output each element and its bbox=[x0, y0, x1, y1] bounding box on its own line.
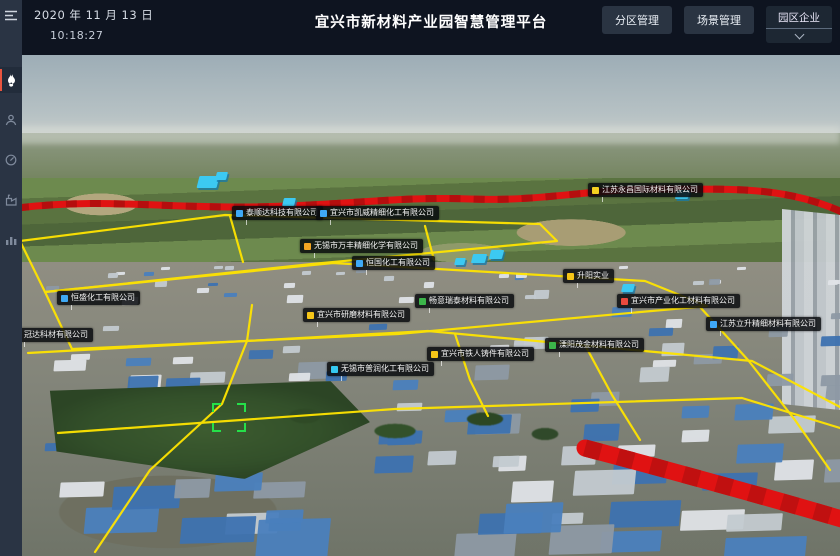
highlighted-building[interactable] bbox=[215, 172, 228, 180]
road-long-2 bbox=[58, 398, 840, 433]
sidebar-item-statistics[interactable] bbox=[0, 227, 22, 253]
flame-icon bbox=[5, 73, 17, 87]
company-name: 江苏立升精细材料有限公司 bbox=[720, 320, 816, 328]
company-name: 冠达科材有限公司 bbox=[24, 331, 88, 339]
road-long-1 bbox=[28, 331, 840, 407]
company-label[interactable]: 恒国化工有限公司 bbox=[352, 256, 435, 270]
company-label[interactable]: 泰顺达科技有限公司 bbox=[232, 206, 323, 220]
company-label[interactable]: 江苏永昌国际材料有限公司 bbox=[588, 183, 703, 197]
map-world: 泰顺达科技有限公司 宜兴市凯威精细化工有限公司无锡市万丰精细化学有限公司恒国化工有… bbox=[22, 55, 840, 556]
scene-manage-button[interactable]: 场景管理 bbox=[684, 6, 754, 34]
company-label[interactable]: 无锡市普润化工有限公司 bbox=[327, 362, 434, 376]
company-name: 畅意瑞泰材料有限公司 bbox=[429, 297, 509, 305]
menu-icon[interactable] bbox=[0, 5, 22, 25]
road-top-vertical-1 bbox=[230, 216, 243, 262]
road-mid-vertical-2 bbox=[585, 345, 640, 440]
company-icon bbox=[61, 295, 68, 302]
map-viewport[interactable]: 泰顺达科技有限公司 宜兴市凯威精细化工有限公司无锡市万丰精细化学有限公司恒国化工有… bbox=[22, 55, 840, 556]
selection-box bbox=[212, 403, 246, 432]
sidebar-item-dashboard[interactable] bbox=[0, 147, 22, 173]
sidebar-item-fire-monitor[interactable] bbox=[0, 67, 22, 93]
highlighted-building[interactable] bbox=[471, 254, 487, 263]
company-name: 恒盛化工有限公司 bbox=[71, 294, 135, 302]
highlighted-building[interactable] bbox=[454, 258, 466, 265]
topbar: 2020 年 11 月 13 日 10:18:27 宜兴市新材料产业园智慧管理平… bbox=[22, 0, 840, 55]
company-icon bbox=[710, 321, 717, 328]
company-label[interactable]: 宜兴市铁人铸件有限公司 bbox=[427, 347, 534, 361]
company-icon bbox=[419, 298, 426, 305]
company-name: 无锡市普润化工有限公司 bbox=[341, 365, 429, 373]
company-icon bbox=[356, 260, 363, 267]
highlighted-building[interactable] bbox=[621, 284, 635, 292]
sidebar-item-personnel[interactable] bbox=[0, 107, 22, 133]
company-name: 江苏永昌国际材料有限公司 bbox=[602, 186, 698, 194]
company-label[interactable]: 江苏立升精细材料有限公司 bbox=[706, 317, 821, 331]
company-name: 溧阳茂金材料有限公司 bbox=[559, 341, 639, 349]
company-icon bbox=[236, 210, 243, 217]
company-icon bbox=[307, 312, 314, 319]
company-label[interactable]: 冠达科材有限公司 bbox=[22, 328, 93, 342]
company-name: 宜兴市研磨材料有限公司 bbox=[317, 311, 405, 319]
company-label[interactable]: 升阳实业 bbox=[563, 269, 614, 283]
factory-icon bbox=[5, 194, 18, 206]
road-top-vertical-2 bbox=[425, 226, 434, 260]
company-label[interactable]: 宜兴市研磨材料有限公司 bbox=[303, 308, 410, 322]
company-name: 宜兴市凯威精细化工有限公司 bbox=[330, 209, 434, 217]
park-enterprise-label: 园区企业 bbox=[766, 10, 832, 29]
company-icon bbox=[331, 366, 338, 373]
company-icon bbox=[320, 210, 327, 217]
gauge-icon bbox=[5, 154, 17, 166]
company-icon bbox=[549, 342, 556, 349]
header-actions: 分区管理 场景管理 园区企业 bbox=[602, 6, 832, 43]
highlighted-building[interactable] bbox=[489, 250, 504, 259]
sidebar bbox=[0, 0, 22, 556]
app-root: 泰顺达科技有限公司 宜兴市凯威精细化工有限公司无锡市万丰精细化学有限公司恒国化工有… bbox=[0, 0, 840, 556]
sidebar-item-enterprise[interactable] bbox=[0, 187, 22, 213]
company-icon bbox=[304, 243, 311, 250]
company-label[interactable]: 无锡市万丰精细化学有限公司 bbox=[300, 239, 423, 253]
company-name: 无锡市万丰精细化学有限公司 bbox=[314, 242, 418, 250]
park-enterprise-dropdown[interactable]: 园区企业 bbox=[766, 6, 832, 43]
company-name: 宜兴市产业化工材料有限公司 bbox=[631, 297, 735, 305]
company-label[interactable]: 宜兴市凯威精细化工有限公司 bbox=[316, 206, 439, 220]
company-icon bbox=[431, 351, 438, 358]
bar-chart-icon bbox=[5, 234, 18, 246]
chevron-down-icon bbox=[794, 30, 804, 40]
company-label[interactable]: 畅意瑞泰材料有限公司 bbox=[415, 294, 514, 308]
highlighted-building[interactable] bbox=[282, 198, 296, 206]
company-name: 升阳实业 bbox=[577, 272, 609, 280]
company-label[interactable]: 溧阳茂金材料有限公司 bbox=[545, 338, 644, 352]
company-label[interactable]: 恒盛化工有限公司 bbox=[57, 291, 140, 305]
company-name: 宜兴市铁人铸件有限公司 bbox=[441, 350, 529, 358]
company-label[interactable]: 宜兴市产业化工材料有限公司 bbox=[617, 294, 740, 308]
user-icon bbox=[5, 114, 17, 126]
company-icon bbox=[621, 298, 628, 305]
company-icon bbox=[567, 273, 574, 280]
company-name: 恒国化工有限公司 bbox=[366, 259, 430, 267]
company-icon bbox=[592, 187, 599, 194]
zone-manage-button[interactable]: 分区管理 bbox=[602, 6, 672, 34]
company-name: 泰顺达科技有限公司 bbox=[246, 209, 318, 217]
